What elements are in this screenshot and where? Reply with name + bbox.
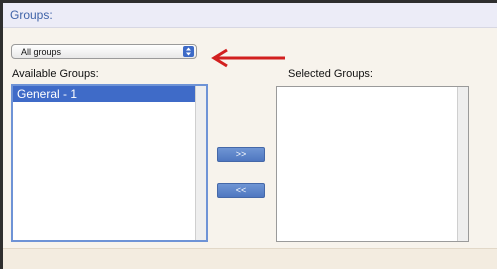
groups-filter-select[interactable]: All groups [11, 44, 197, 59]
panel-footer [3, 248, 497, 269]
red-arrow-annotation-icon [207, 47, 287, 69]
scrollbar[interactable] [195, 86, 206, 240]
available-groups-list[interactable]: General - 1 [11, 84, 208, 242]
groups-panel: Groups: All groups Available Groups: Sel… [3, 3, 497, 269]
groups-filter-value: All groups [21, 47, 62, 57]
selected-groups-label: Selected Groups: [288, 68, 373, 80]
panel-header: Groups: [3, 3, 497, 28]
select-stepper-icon[interactable] [183, 46, 194, 57]
panel-title: Groups: [10, 8, 53, 22]
scrollbar[interactable] [457, 87, 468, 241]
selected-groups-list[interactable] [276, 86, 469, 242]
add-group-button[interactable]: >> [217, 147, 265, 162]
list-item[interactable]: General - 1 [13, 86, 195, 102]
remove-group-button[interactable]: << [217, 183, 265, 198]
available-groups-label: Available Groups: [12, 68, 99, 80]
